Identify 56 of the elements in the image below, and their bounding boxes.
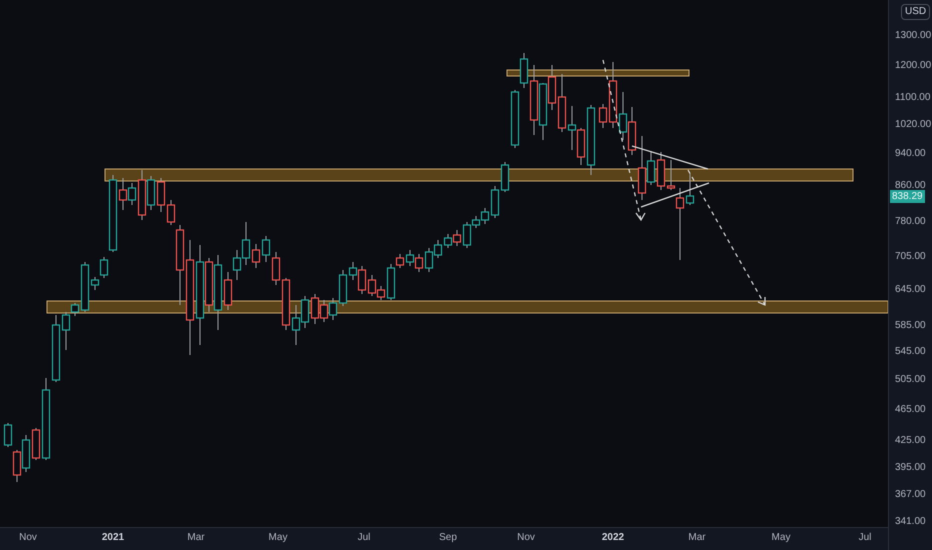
candle [4, 422, 12, 448]
price-label: 645.00 [895, 284, 926, 296]
price-label: 585.00 [895, 320, 926, 332]
time-label: Mar [187, 532, 205, 544]
price-label: 1020.00 [895, 119, 932, 131]
time-label: May [772, 532, 790, 544]
candle [500, 162, 510, 192]
time-label: 2022 [602, 532, 624, 544]
candle [548, 64, 556, 110]
price-label: 705.00 [895, 251, 926, 263]
time-axis[interactable]: Nov 2021 Mar May Jul Sep Nov 2022 Mar May Jul [0, 527, 888, 550]
candle [22, 434, 30, 472]
candle [310, 294, 320, 324]
price-axis[interactable]: 1300.00 1200.00 1100.00 1020.00 940.00 860.00 780.00 705.00 645.00 585.00 545.00 505.00 465.00 425.00 395.00 367.00 341.00 838.29 USD [888, 0, 932, 550]
candle [434, 240, 442, 258]
candle [414, 254, 424, 272]
candle [618, 92, 628, 140]
price-label: 545.00 [895, 346, 926, 358]
time-label: 2021 [102, 532, 124, 544]
time-label: Mar [688, 532, 706, 544]
time-label: Sep [439, 532, 457, 544]
candle [292, 304, 300, 346]
candle [568, 106, 576, 150]
trend-line [640, 182, 710, 208]
last-price-tag: 838.29 [890, 190, 925, 203]
price-label: 425.00 [895, 435, 926, 447]
candle [262, 236, 270, 262]
candle [538, 82, 548, 140]
price-label: 505.00 [895, 374, 926, 386]
price-label: 395.00 [895, 462, 926, 474]
candle [444, 234, 452, 248]
candle [156, 178, 166, 212]
candle [300, 296, 310, 328]
candle [424, 248, 434, 272]
price-label: 860.00 [895, 180, 926, 192]
time-label: Nov [19, 532, 37, 544]
time-label: Jul [358, 532, 370, 544]
time-label: Jul [858, 532, 872, 544]
candle [558, 74, 566, 132]
candle [406, 250, 414, 266]
time-label: May [268, 532, 288, 544]
candle [320, 300, 328, 322]
currency-badge[interactable]: USD [901, 4, 930, 20]
candle [12, 450, 22, 482]
price-label: 1100.00 [895, 92, 930, 104]
price-label: 465.00 [895, 404, 926, 416]
price-label: 1200.00 [895, 60, 932, 72]
price-label: 780.00 [895, 216, 926, 228]
candle [628, 106, 636, 156]
price-label: 1300.00 [895, 30, 932, 42]
candle [656, 152, 666, 190]
price-label: 940.00 [895, 148, 926, 160]
candle [232, 250, 242, 280]
price-label: 341.00 [895, 516, 926, 528]
time-label: Nov [517, 532, 535, 544]
price-label: 367.00 [895, 489, 926, 501]
